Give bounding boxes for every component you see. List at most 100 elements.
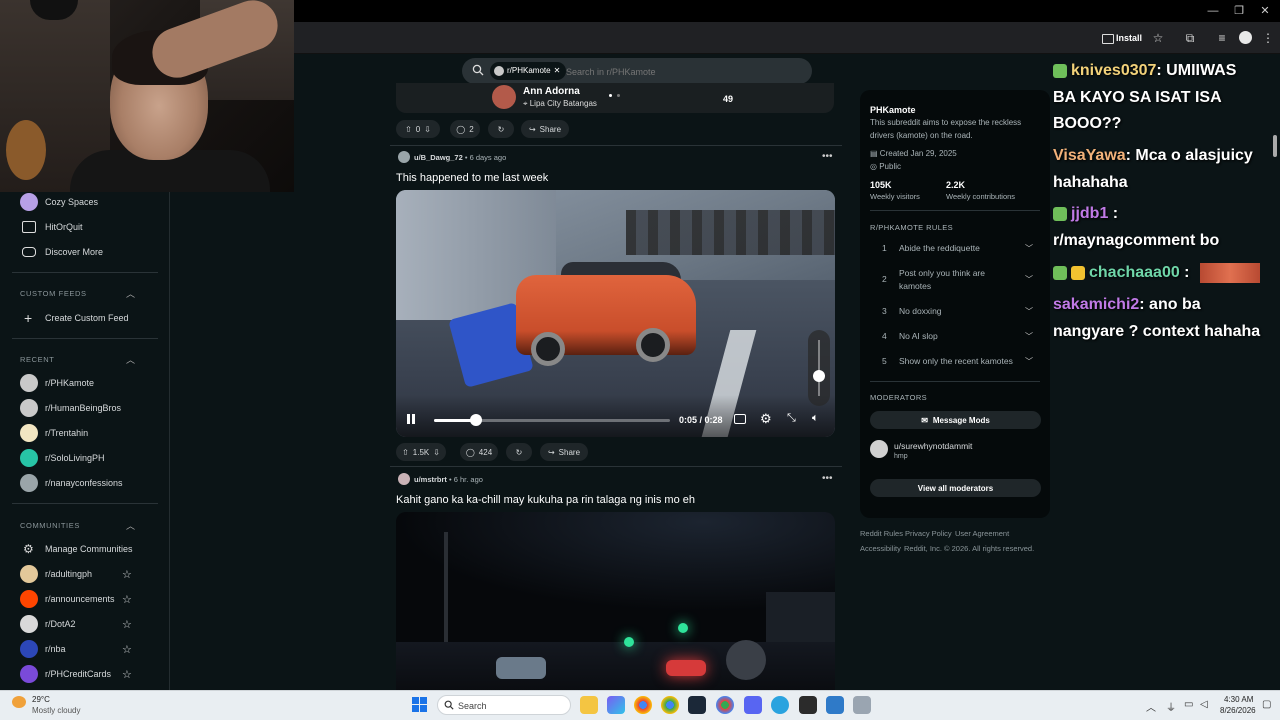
- sidebar-item-sololivingph[interactable]: r/SoloLivingPH: [0, 446, 169, 470]
- moderator-name[interactable]: u/surewhynotdammit: [894, 441, 972, 451]
- file-explorer-icon[interactable]: [580, 696, 598, 714]
- chevron-down-icon[interactable]: ﹀: [1025, 243, 1033, 254]
- search-scope-chip[interactable]: r/PHKamote ✕: [490, 62, 567, 80]
- upvote-icon[interactable]: ⇧: [402, 448, 409, 457]
- chevron-down-icon[interactable]: ﹀: [1025, 274, 1033, 285]
- volume-icon[interactable]: 🔈︎: [812, 412, 819, 425]
- favorite-star-icon[interactable]: ☆: [122, 568, 132, 581]
- sidebar-item-phkamote[interactable]: r/PHKamote: [0, 371, 169, 395]
- chevron-up-icon[interactable]: ︿: [126, 287, 135, 300]
- windows-start-icon[interactable]: [412, 697, 427, 712]
- network-icon[interactable]: ▭: [1184, 699, 1193, 710]
- post-author[interactable]: u/B_Dawg_72: [414, 153, 463, 162]
- steam-icon[interactable]: [688, 696, 706, 714]
- chevron-up-icon[interactable]: ︿: [126, 353, 135, 366]
- minimize-icon[interactable]: —: [1206, 4, 1220, 18]
- carousel-dot[interactable]: [617, 94, 620, 97]
- post-media-partial[interactable]: [396, 83, 834, 113]
- telegram-icon[interactable]: [771, 696, 789, 714]
- manage-communities-button[interactable]: ⚙ Manage Communities: [0, 537, 169, 561]
- sidebar-item-trentahin[interactable]: r/Trentahin: [0, 421, 169, 445]
- close-icon[interactable]: ✕: [1258, 4, 1272, 18]
- snipping-tool-icon[interactable]: [853, 696, 871, 714]
- install-app-button[interactable]: Install: [1096, 30, 1146, 46]
- user-avatar[interactable]: [398, 473, 410, 485]
- user-avatar[interactable]: [398, 151, 410, 163]
- comments-button[interactable]: ◯ 2: [450, 120, 480, 138]
- share-button[interactable]: ↪ Share: [540, 443, 588, 461]
- post-options-icon[interactable]: •••: [822, 473, 833, 484]
- post-options-icon[interactable]: •••: [822, 151, 833, 162]
- favorite-star-icon[interactable]: ☆: [122, 618, 132, 631]
- weather-temp[interactable]: 29°C: [32, 695, 50, 704]
- settings-gear-icon[interactable]: ⚙: [760, 411, 772, 427]
- chrome-icon[interactable]: [634, 696, 652, 714]
- photos-icon[interactable]: [826, 696, 844, 714]
- favorite-star-icon[interactable]: ☆: [122, 668, 132, 681]
- view-all-moderators-button[interactable]: View all moderators: [870, 479, 1041, 497]
- taskbar-time[interactable]: 4:30 AM: [1224, 695, 1253, 704]
- browser-menu-icon[interactable]: ⋮: [1260, 30, 1276, 46]
- comments-button[interactable]: ◯ 424: [460, 443, 498, 461]
- extensions-icon[interactable]: ⧉: [1182, 30, 1198, 46]
- rule-item-3[interactable]: [870, 299, 1041, 321]
- upvote-icon[interactable]: ⇧: [405, 125, 412, 134]
- media-control-icon[interactable]: ≡: [1214, 30, 1230, 46]
- footer-link-privacy[interactable]: Privacy Policy: [905, 529, 952, 538]
- carousel-dot-active[interactable]: [609, 94, 612, 97]
- discord-icon[interactable]: [744, 696, 762, 714]
- maximize-icon[interactable]: ❐: [1232, 4, 1246, 18]
- downvote-icon[interactable]: ⇩: [424, 125, 431, 134]
- sidebar-item-adultingph[interactable]: r/adultingph ☆: [0, 562, 169, 586]
- search-input[interactable]: [566, 66, 796, 78]
- sidebar-item-cozy-spaces[interactable]: Cozy Spaces: [0, 190, 169, 214]
- volume-icon[interactable]: ◁: [1200, 699, 1208, 710]
- profile-avatar[interactable]: [1239, 31, 1252, 44]
- copilot-icon[interactable]: [607, 696, 625, 714]
- sidebar-item-nanayconfessions[interactable]: r/nanayconfessions: [0, 471, 169, 495]
- microphone-icon[interactable]: ⏚: [1166, 699, 1176, 714]
- rule-item-4[interactable]: [870, 324, 1041, 346]
- page-scrollbar[interactable]: [1273, 135, 1277, 157]
- crosspost-button[interactable]: ↻: [506, 443, 532, 461]
- chevron-down-icon[interactable]: ﹀: [1025, 356, 1033, 367]
- favorite-star-icon[interactable]: ☆: [122, 593, 132, 606]
- create-custom-feed-button[interactable]: + Create Custom Feed: [0, 306, 169, 330]
- weather-icon[interactable]: [12, 696, 26, 708]
- moderator-avatar[interactable]: [870, 440, 888, 458]
- sidebar-item-discover-more[interactable]: Discover More: [0, 240, 169, 264]
- chevron-up-icon[interactable]: ︿: [126, 519, 135, 532]
- chevron-down-icon[interactable]: ﹀: [1025, 331, 1033, 342]
- message-mods-button[interactable]: ✉ Message Mods: [870, 411, 1041, 429]
- sidebar-item-humanbeingbros[interactable]: r/HumanBeingBros: [0, 396, 169, 420]
- post-title[interactable]: Kahit gano ka ka-chill may kukuha pa rin…: [396, 494, 695, 506]
- sidebar-item-nba[interactable]: r/nba ☆: [0, 637, 169, 661]
- fullscreen-icon[interactable]: ⤡: [787, 412, 796, 425]
- chrome-profile-icon[interactable]: [661, 696, 679, 714]
- obs-icon[interactable]: [799, 696, 817, 714]
- video-player[interactable]: [396, 190, 835, 437]
- captions-icon[interactable]: [734, 414, 746, 424]
- sidebar-item-dota2[interactable]: r/DotA2 ☆: [0, 612, 169, 636]
- chrome-app-icon[interactable]: [716, 696, 734, 714]
- footer-link-user-agreement[interactable]: User Agreement: [955, 529, 1009, 538]
- taskbar-date[interactable]: 8/26/2026: [1220, 706, 1256, 715]
- vote-buttons[interactable]: ⇧ 1.5K ⇩: [396, 443, 446, 461]
- video-thumbnail[interactable]: [396, 512, 835, 690]
- bookmark-star-icon[interactable]: ☆: [1150, 30, 1166, 46]
- pause-icon[interactable]: [405, 413, 417, 425]
- sidebar-item-hitorquit[interactable]: HitOrQuit: [0, 215, 169, 239]
- favorite-star-icon[interactable]: ☆: [122, 643, 132, 656]
- notifications-icon[interactable]: ▢: [1262, 699, 1271, 710]
- chevron-down-icon[interactable]: ﹀: [1025, 306, 1033, 317]
- vote-buttons[interactable]: ⇧ 0 ⇩: [396, 120, 440, 138]
- share-button[interactable]: ↪ Share: [521, 120, 569, 138]
- sidebar-item-phcreditcards[interactable]: r/PHCreditCards ☆: [0, 662, 169, 686]
- post-author[interactable]: u/mstrbrt: [414, 475, 447, 484]
- footer-link-accessibility[interactable]: Accessibility: [860, 544, 901, 553]
- sidebar-item-announcements[interactable]: r/announcements ☆: [0, 587, 169, 611]
- crosspost-button[interactable]: ↻: [488, 120, 514, 138]
- footer-link-rules[interactable]: Reddit Rules: [860, 529, 903, 538]
- tray-overflow-icon[interactable]: ︿: [1146, 699, 1156, 714]
- downvote-icon[interactable]: ⇩: [433, 448, 440, 457]
